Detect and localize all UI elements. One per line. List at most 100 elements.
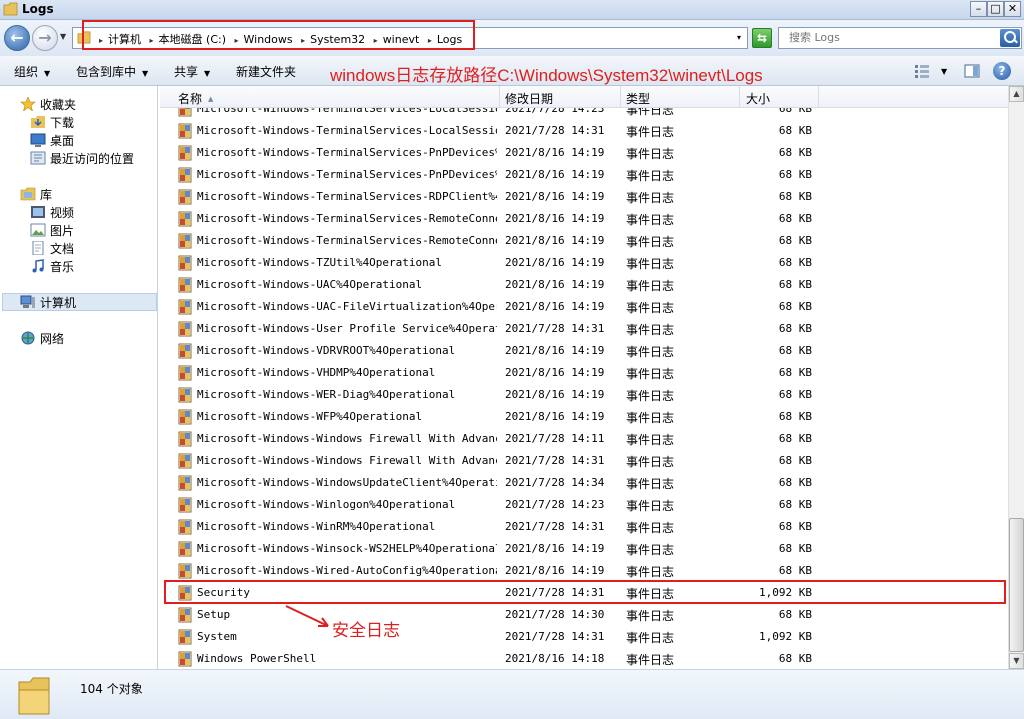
scroll-thumb[interactable] — [1009, 518, 1024, 652]
file-type: 事件日志 — [626, 411, 675, 425]
file-row[interactable]: Microsoft-Windows-WER-Diag%4Operational 2… — [160, 384, 1008, 406]
nav-computer[interactable]: 计算机 — [20, 294, 76, 311]
file-size: 68 KB — [778, 498, 812, 511]
file-date: 2021/7/28 14:31 — [505, 124, 605, 137]
file-size: 68 KB — [778, 234, 812, 247]
file-size: 68 KB — [778, 542, 812, 555]
file-date: 2021/7/28 14:34 — [505, 476, 605, 489]
file-size: 68 KB — [778, 146, 812, 159]
chevron-down-icon: ▼ — [44, 69, 51, 78]
file-type: 事件日志 — [626, 213, 675, 227]
file-row[interactable]: Microsoft-Windows-TerminalServices-PnPDe… — [160, 142, 1008, 164]
file-row[interactable]: Microsoft-Windows-UAC%4Operational 2021/8… — [160, 274, 1008, 296]
scroll-up-button[interactable]: ▲ — [1009, 86, 1024, 102]
window-title: Logs — [22, 2, 54, 16]
recent-pages-dropdown[interactable]: ▼ — [60, 32, 66, 41]
event-log-icon — [178, 365, 193, 381]
file-name: Microsoft-Windows-TerminalServices-RDPCl… — [197, 190, 497, 203]
column-name-header[interactable]: 名称 ▲ — [178, 90, 213, 107]
nav-recent-places[interactable]: 最近访问的位置 — [30, 150, 134, 167]
file-name: Microsoft-Windows-TerminalServices-Local… — [197, 124, 497, 137]
view-dropdown[interactable]: ▼ — [941, 67, 947, 76]
nav-videos[interactable]: 视频 — [30, 204, 74, 221]
file-type: 事件日志 — [626, 345, 675, 359]
nav-network[interactable]: 网络 — [20, 330, 64, 347]
file-type: 事件日志 — [626, 301, 675, 315]
file-row[interactable]: Microsoft-Windows-Winlogon%4Operational 2… — [160, 494, 1008, 516]
nav-downloads[interactable]: 下载 — [30, 114, 74, 131]
file-type: 事件日志 — [626, 477, 675, 491]
file-name: Microsoft-Windows-Winlogon%4Operational — [197, 498, 456, 511]
vertical-scrollbar[interactable]: ▲ ▼ — [1008, 86, 1024, 669]
column-type-header[interactable]: 类型 — [626, 90, 650, 107]
file-size: 68 KB — [778, 212, 812, 225]
file-date: 2021/7/28 14:30 — [505, 608, 605, 621]
file-date: 2021/7/28 14:31 — [505, 454, 605, 467]
file-row[interactable]: Microsoft-Windows-UAC-FileVirtualization… — [160, 296, 1008, 318]
file-row[interactable]: Microsoft-Windows-TerminalServices-Remot… — [160, 230, 1008, 252]
nav-favorites[interactable]: 收藏夹 — [20, 96, 76, 113]
file-row[interactable]: Microsoft-Windows-WFP%4Operational 2021/8… — [160, 406, 1008, 428]
file-size: 68 KB — [778, 278, 812, 291]
refresh-button[interactable]: ⇆ — [752, 28, 772, 48]
file-row[interactable]: Microsoft-Windows-TerminalServices-Local… — [160, 120, 1008, 142]
file-date: 2021/8/16 14:19 — [505, 542, 605, 555]
nav-documents[interactable]: 文档 — [30, 240, 74, 257]
file-row[interactable]: Microsoft-Windows-VDRVROOT%4Operational 2… — [160, 340, 1008, 362]
organize-menu[interactable]: 组织 ▼ — [14, 63, 50, 80]
maximize-button[interactable]: □ — [987, 1, 1004, 17]
file-type: 事件日志 — [626, 279, 675, 293]
share-menu[interactable]: 共享 ▼ — [174, 63, 210, 80]
file-type: 事件日志 — [626, 543, 675, 557]
search-input[interactable] — [789, 31, 989, 44]
event-log-icon — [178, 519, 193, 535]
event-log-icon — [178, 497, 193, 513]
file-row[interactable]: Microsoft-Windows-User Profile Service%4… — [160, 318, 1008, 340]
view-options-icon[interactable] — [914, 63, 930, 79]
event-log-icon — [178, 277, 193, 293]
address-dropdown[interactable]: ▾ — [737, 33, 741, 42]
nav-music[interactable]: 音乐 — [30, 258, 74, 275]
nav-pictures[interactable]: 图片 — [30, 222, 74, 239]
include-in-library-menu[interactable]: 包含到库中 ▼ — [76, 63, 148, 80]
picture-icon — [30, 223, 46, 237]
preview-pane-icon[interactable] — [964, 63, 980, 79]
recent-places-icon — [30, 151, 46, 165]
help-icon[interactable]: ? — [993, 62, 1011, 80]
file-row[interactable]: Microsoft-Windows-TZUtil%4Operational 202… — [160, 252, 1008, 274]
nav-libraries[interactable]: 库 — [20, 186, 52, 203]
column-date-header[interactable]: 修改日期 — [505, 90, 553, 107]
annotation-security-note: 安全日志 — [332, 621, 400, 640]
file-row[interactable]: Microsoft-Windows-WindowsUpdateClient%4O… — [160, 472, 1008, 494]
file-name: Microsoft-Windows-Windows Firewall With … — [197, 432, 497, 445]
new-folder-button[interactable]: 新建文件夹 — [236, 63, 296, 80]
file-row[interactable]: Microsoft-Windows-TerminalServices-RDPCl… — [160, 186, 1008, 208]
forward-button[interactable]: → — [32, 25, 58, 51]
file-name: Microsoft-Windows-VDRVROOT%4Operational — [197, 344, 456, 357]
file-row[interactable]: Windows PowerShell 2021/8/16 14:18 事件日志 68 … — [160, 648, 1008, 669]
file-date: 2021/8/16 14:19 — [505, 278, 605, 291]
sort-ascending-icon: ▲ — [208, 95, 214, 103]
file-row[interactable]: Microsoft-Windows-Winsock-WS2HELP%4Opera… — [160, 538, 1008, 560]
file-size: 68 KB — [778, 124, 812, 137]
file-row[interactable]: Microsoft-Windows-WinRM%4Operational 2021… — [160, 516, 1008, 538]
file-row[interactable]: Microsoft-Windows-TerminalServices-PnPDe… — [160, 164, 1008, 186]
column-size-header[interactable]: 大小 — [746, 90, 770, 107]
search-icon[interactable] — [1000, 29, 1020, 47]
folder-icon — [3, 2, 18, 16]
file-row[interactable]: Microsoft-Windows-Windows Firewall With … — [160, 428, 1008, 450]
file-row[interactable]: Microsoft-Windows-Wired-AutoConfig%4Oper… — [160, 560, 1008, 582]
search-box[interactable] — [778, 27, 1022, 49]
close-button[interactable]: ✕ — [1004, 1, 1021, 17]
file-date: 2021/7/28 14:31 — [505, 630, 605, 643]
file-row[interactable]: Microsoft-Windows-Windows Firewall With … — [160, 450, 1008, 472]
minimize-button[interactable]: – — [970, 1, 987, 17]
nav-desktop[interactable]: 桌面 — [30, 132, 74, 149]
file-type: 事件日志 — [626, 631, 675, 645]
file-row[interactable]: Microsoft-Windows-VHDMP%4Operational 2021… — [160, 362, 1008, 384]
back-button[interactable]: ← — [4, 25, 30, 51]
file-size: 68 KB — [778, 366, 812, 379]
command-bar: 组织 ▼ 包含到库中 ▼ 共享 ▼ 新建文件夹 windows日志存放路径C:\Win… — [0, 56, 1024, 86]
file-row[interactable]: Microsoft-Windows-TerminalServices-Remot… — [160, 208, 1008, 230]
scroll-down-button[interactable]: ▼ — [1009, 653, 1024, 669]
